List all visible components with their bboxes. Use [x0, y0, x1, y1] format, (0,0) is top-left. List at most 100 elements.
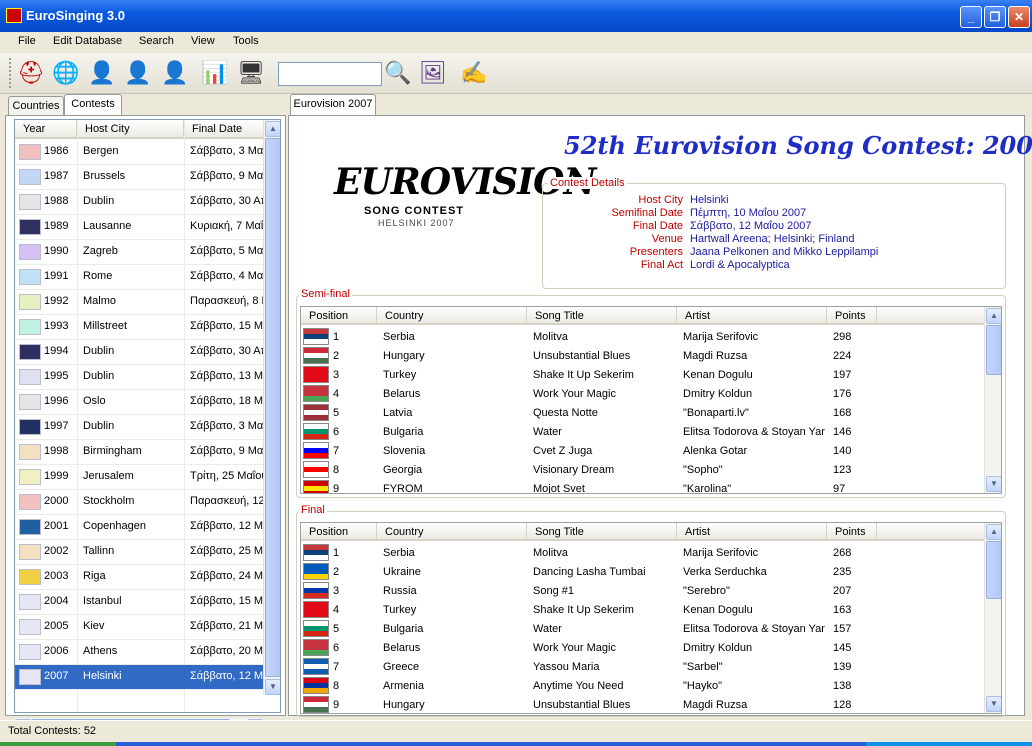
scroll-up-button[interactable]: ▲: [265, 121, 280, 137]
menu-edit-database[interactable]: Edit Database: [53, 35, 122, 47]
helmet-icon[interactable]: ⛑: [16, 57, 46, 88]
column-header-position[interactable]: Position: [301, 523, 377, 541]
contest-year: 2002: [44, 545, 69, 557]
contests-grid[interactable]: Year Host City Final Date 1986 Bergen Σάββ…: [14, 119, 281, 713]
semifinal-vertical-scrollbar[interactable]: ▲ ▼: [984, 307, 1001, 493]
column-header-artist[interactable]: Artist: [677, 307, 827, 325]
column-header-final-date[interactable]: Final Date: [184, 120, 264, 139]
contest-row[interactable]: 1997 Dublin Σάββατο, 3 Μαΐου 1997: [15, 415, 264, 440]
contest-final-date: Σάββατο, 18 Μαΐου 1996: [190, 395, 264, 407]
contest-row[interactable]: 1999 Jerusalem Τρίτη, 25 Μαΐου 1999: [15, 465, 264, 490]
contest-row[interactable]: 2004 Istanbul Σάββατο, 15 Μαΐου 2004: [15, 590, 264, 615]
result-row[interactable]: 4 Belarus Work Your Magic Dmitry Koldun 176: [301, 384, 987, 403]
minimize-button[interactable]: _: [960, 6, 982, 28]
contests-vertical-scrollbar[interactable]: ▲ ▼: [263, 120, 280, 695]
title-bar[interactable]: EuroSinging 3.0 _ ❐ ✕: [0, 0, 1032, 32]
semifinal-grid[interactable]: Position Country Song Title Artist Points 1 Se…: [300, 306, 1002, 494]
column-header-points[interactable]: Points: [827, 523, 877, 541]
result-row[interactable]: 6 Belarus Work Your Magic Dmitry Koldun 145: [301, 638, 987, 657]
search-input[interactable]: [278, 62, 382, 86]
maximize-button[interactable]: ❐: [984, 6, 1006, 28]
result-row[interactable]: 3 Turkey Shake It Up Sekerim Kenan Dogulu 19…: [301, 365, 987, 384]
start-button[interactable]: [0, 742, 116, 746]
column-header-song-title[interactable]: Song Title: [527, 307, 677, 325]
contest-row[interactable]: 1994 Dublin Σάββατο, 30 Απριλίου 1994: [15, 340, 264, 365]
result-row[interactable]: 7 Slovenia Cvet Z Juga Alenka Gotar 140: [301, 441, 987, 460]
result-row[interactable]: 7 Greece Yassou Maria "Sarbel" 139: [301, 657, 987, 676]
tab-eurovision-2007[interactable]: Eurovision 2007: [290, 94, 376, 115]
column-header-country[interactable]: Country: [377, 523, 527, 541]
contest-row[interactable]: 1987 Brussels Σάββατο, 9 Μαΐου 1987: [15, 165, 264, 190]
result-row[interactable]: 4 Turkey Shake It Up Sekerim Kenan Dogulu 16…: [301, 600, 987, 619]
final-vertical-scrollbar[interactable]: ▲ ▼: [984, 523, 1001, 713]
globe-icon[interactable]: 🌐: [51, 57, 81, 88]
contest-row[interactable]: 1991 Rome Σάββατο, 4 Μαΐου 1991: [15, 265, 264, 290]
close-button[interactable]: ✕: [1008, 6, 1030, 28]
result-row[interactable]: 3 Russia Song #1 "Serebro" 207: [301, 581, 987, 600]
menu-search[interactable]: Search: [139, 35, 174, 47]
contest-row[interactable]: 2007 Helsinki Σάββατο, 12 Μαΐου 2007: [15, 665, 264, 690]
monitor-icon[interactable]: 🖥: [236, 57, 266, 88]
column-header-country[interactable]: Country: [377, 307, 527, 325]
person-icon[interactable]: 👤: [160, 57, 190, 88]
contest-row[interactable]: 1986 Bergen Σάββατο, 3 Μαΐου 1986: [15, 140, 264, 165]
result-row[interactable]: 2 Hungary Unsubstantial Blues Magdi Ruzsa 22…: [301, 346, 987, 365]
column-header-points[interactable]: Points: [827, 307, 877, 325]
scroll-thumb[interactable]: [265, 138, 280, 677]
result-row[interactable]: 9 Hungary Unsubstantial Blues Magdi Ruzsa 12…: [301, 695, 987, 713]
final-grid[interactable]: Position Country Song Title Artist Points 1 Se…: [300, 522, 1002, 714]
signature-icon[interactable]: ✍: [459, 57, 489, 88]
result-country: Hungary: [383, 699, 425, 711]
result-row[interactable]: 9 FYROM Mojot Svet "Karolina" 97: [301, 479, 987, 493]
scroll-up-button[interactable]: ▲: [986, 308, 1001, 324]
contest-row[interactable]: 1995 Dublin Σάββατο, 13 Μαΐου 1995: [15, 365, 264, 390]
contest-row[interactable]: 2001 Copenhagen Σάββατο, 12 Μαΐου 2001: [15, 515, 264, 540]
contest-row[interactable]: 2006 Athens Σάββατο, 20 Μαΐου 2006: [15, 640, 264, 665]
contest-row[interactable]: 2003 Riga Σάββατο, 24 Μαΐου 2003: [15, 565, 264, 590]
scroll-up-button[interactable]: ▲: [986, 524, 1001, 540]
contest-year: 1986: [44, 145, 69, 157]
chart-icon[interactable]: 📊: [200, 57, 230, 88]
app-icon[interactable]: [6, 8, 22, 23]
result-row[interactable]: 8 Armenia Anytime You Need "Hayko" 138: [301, 676, 987, 695]
result-row[interactable]: 1 Serbia Molitva Marija Serifovic 298: [301, 327, 987, 346]
result-row[interactable]: 6 Bulgaria Water Elitsa Todorova & Stoyan Y…: [301, 422, 987, 441]
contest-row[interactable]: 1993 Millstreet Σάββατο, 15 Μαΐου 1993: [15, 315, 264, 340]
contest-row[interactable]: 1989 Lausanne Κυριακή, 7 Μαΐου 1989: [15, 215, 264, 240]
result-row[interactable]: 1 Serbia Molitva Marija Serifovic 268: [301, 543, 987, 562]
menu-file[interactable]: File: [18, 35, 36, 47]
column-header-artist[interactable]: Artist: [677, 523, 827, 541]
result-row[interactable]: 8 Georgia Visionary Dream "Sopho" 123: [301, 460, 987, 479]
contest-row[interactable]: 1992 Malmo Παρασκευή, 8 Μαΐου 1992: [15, 290, 264, 315]
tab-contests[interactable]: Contests: [64, 94, 122, 115]
tab-countries[interactable]: Countries: [8, 96, 64, 115]
contest-row[interactable]: 2002 Tallinn Σάββατο, 25 Μαΐου 2002: [15, 540, 264, 565]
scroll-thumb[interactable]: [986, 325, 1001, 375]
column-header-host-city[interactable]: Host City: [77, 120, 184, 139]
contest-row[interactable]: 1998 Birmingham Σάββατο, 9 Μαΐου 1998: [15, 440, 264, 465]
gallery-icon[interactable]: 🖼: [418, 57, 448, 88]
result-row[interactable]: 5 Bulgaria Water Elitsa Todorova & Stoyan Y…: [301, 619, 987, 638]
magnifier-icon[interactable]: 🔍: [383, 57, 413, 88]
contest-row[interactable]: 1996 Oslo Σάββατο, 18 Μαΐου 1996: [15, 390, 264, 415]
result-row[interactable]: 2 Ukraine Dancing Lasha Tumbai Verka Serduc…: [301, 562, 987, 581]
toolbar-grip[interactable]: [9, 58, 14, 88]
contest-row[interactable]: 2005 Kiev Σάββατο, 21 Μαΐου 2005: [15, 615, 264, 640]
contest-row[interactable]: 2000 Stockholm Παρασκευή, 12 Μαΐου 2000: [15, 490, 264, 515]
contest-row[interactable]: 1988 Dublin Σάββατο, 30 Απριλίου 1988: [15, 190, 264, 215]
column-header-song-title[interactable]: Song Title: [527, 523, 677, 541]
contest-host-city: Oslo: [83, 395, 106, 407]
contest-row[interactable]: 1990 Zagreb Σάββατο, 5 Μαΐου 1990: [15, 240, 264, 265]
result-row[interactable]: 5 Latvia Questa Notte "Bonaparti.lv" 168: [301, 403, 987, 422]
scroll-down-button[interactable]: ▼: [265, 679, 280, 695]
result-points: 123: [833, 464, 852, 476]
column-header-position[interactable]: Position: [301, 307, 377, 325]
scroll-thumb[interactable]: [986, 541, 1001, 599]
person-icon[interactable]: 👤: [123, 57, 153, 88]
column-header-year[interactable]: Year: [15, 120, 77, 139]
scroll-down-button[interactable]: ▼: [986, 696, 1001, 712]
menu-view[interactable]: View: [191, 35, 215, 47]
person-icon[interactable]: 👤: [87, 57, 117, 88]
scroll-down-button[interactable]: ▼: [986, 476, 1001, 492]
menu-tools[interactable]: Tools: [233, 35, 259, 47]
